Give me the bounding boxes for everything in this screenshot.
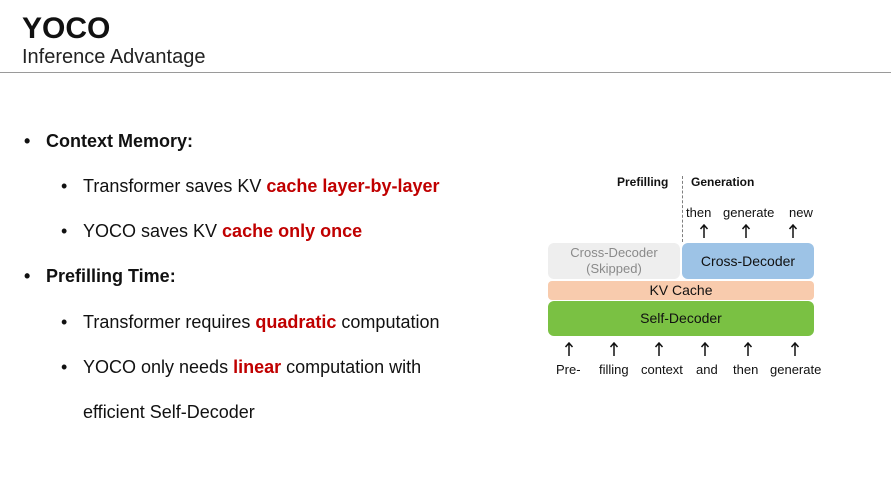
bullet-dot: •	[61, 176, 68, 196]
arrow-up-icon	[743, 342, 753, 356]
bullet-context-memory: • Context Memory:	[24, 130, 194, 152]
bullet-highlight: quadratic	[255, 312, 337, 332]
bullet-text: YOCO only needs	[83, 357, 234, 377]
output-token: new	[789, 205, 813, 220]
phase-divider	[682, 176, 683, 242]
bullet-prefilling-time: • Prefilling Time:	[24, 265, 176, 287]
bullet-dot: •	[24, 131, 31, 151]
arrow-up-icon	[609, 342, 619, 356]
bullet-dot: •	[24, 266, 31, 286]
bullet-transformer-prefill: • Transformer requires quadratic computa…	[61, 311, 440, 333]
input-token: Pre-	[556, 362, 581, 377]
bullet-dot: •	[61, 357, 68, 377]
arrow-up-icon	[699, 224, 709, 238]
arrow-up-icon	[790, 342, 800, 356]
bullet-text: Transformer requires	[83, 312, 256, 332]
arrow-up-icon	[788, 224, 798, 238]
slide-subtitle: Inference Advantage	[22, 46, 206, 68]
bullet-text-post: computation	[336, 312, 440, 332]
input-token: filling	[599, 362, 629, 377]
header-divider	[0, 72, 891, 73]
bullet-text-post: computation with	[281, 357, 422, 377]
bullet-text: Transformer saves KV	[83, 176, 267, 196]
bullet-dot: •	[61, 221, 68, 241]
bullet-highlight: cache layer-by-layer	[266, 176, 440, 196]
slide-title: YOCO	[22, 12, 111, 45]
prefilling-label: Prefilling	[617, 175, 669, 189]
bullet-label: Prefilling Time:	[46, 266, 176, 286]
output-token: then	[686, 205, 712, 220]
self-decoder-box: Self-Decoder	[548, 301, 814, 336]
bullet-highlight: linear	[233, 357, 282, 377]
arrow-up-icon	[741, 224, 751, 238]
box-label-sub: (Skipped)	[586, 261, 642, 276]
bullet-yoco-prefill: • YOCO only needs linear computation wit…	[61, 356, 422, 378]
input-token: context	[641, 362, 683, 377]
box-label: Cross-Decoder	[570, 245, 658, 260]
arrow-up-icon	[700, 342, 710, 356]
arrow-up-icon	[564, 342, 574, 356]
generation-label: Generation	[691, 175, 755, 189]
arrow-up-icon	[654, 342, 664, 356]
cross-decoder-box: Cross-Decoder	[682, 243, 814, 279]
bullet-highlight: cache only once	[222, 221, 363, 241]
input-token: and	[696, 362, 718, 377]
bullet-transformer-kv: • Transformer saves KV cache layer-by-la…	[61, 175, 440, 197]
cross-decoder-skipped-box: Cross-Decoder (Skipped)	[548, 243, 680, 279]
bullet-dot: •	[61, 312, 68, 332]
bullet-yoco-prefill-continued: efficient Self-Decoder	[83, 402, 255, 422]
bullet-label: Context Memory:	[46, 131, 194, 151]
kv-cache-box: KV Cache	[548, 281, 814, 300]
output-token: generate	[723, 205, 775, 220]
bullet-yoco-kv: • YOCO saves KV cache only once	[61, 220, 363, 242]
bullet-text: YOCO saves KV	[83, 221, 223, 241]
input-token: generate	[770, 362, 822, 377]
input-token: then	[733, 362, 759, 377]
